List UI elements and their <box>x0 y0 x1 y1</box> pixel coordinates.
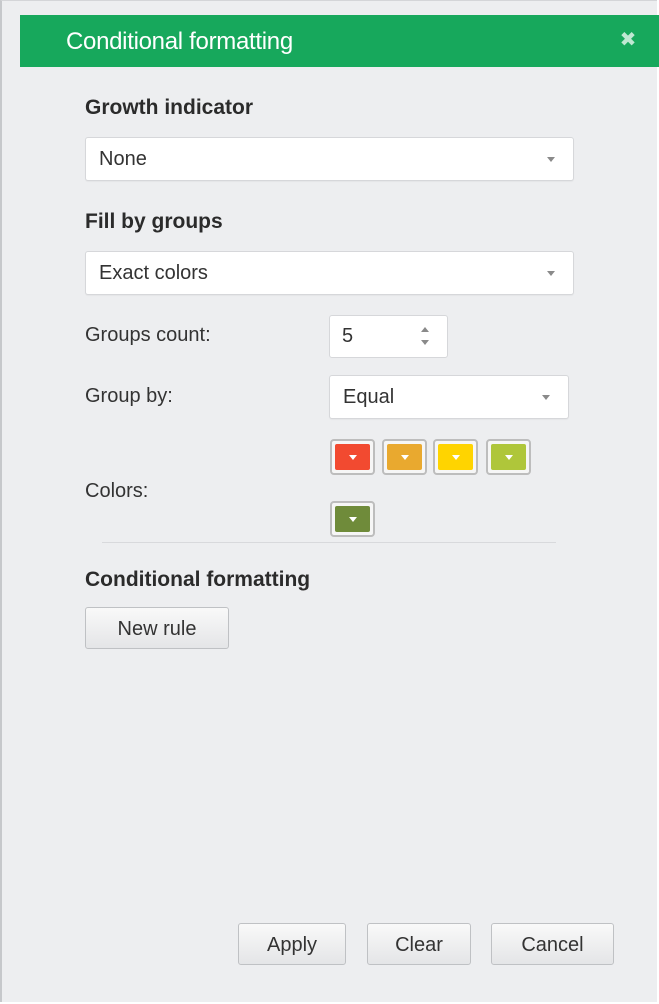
dialog-titlebar: Conditional formatting ✖ <box>20 15 659 67</box>
color-swatch-5[interactable] <box>330 501 375 537</box>
chevron-down-icon <box>547 157 555 162</box>
groups-count-value: 5 <box>342 325 354 347</box>
color-swatch-fill <box>335 506 370 532</box>
growth-indicator-heading: Growth indicator <box>85 96 253 119</box>
stepper-up-icon[interactable] <box>421 327 429 332</box>
growth-indicator-select[interactable]: None <box>85 137 574 181</box>
color-swatch-fill <box>438 444 473 470</box>
group-by-select[interactable]: Equal <box>329 375 569 419</box>
fill-by-groups-select[interactable]: Exact colors <box>85 251 574 295</box>
growth-indicator-value: None <box>99 148 147 170</box>
dialog-title: Conditional formatting <box>66 28 293 55</box>
groups-count-stepper[interactable]: 5 <box>329 315 448 358</box>
stepper-down-icon[interactable] <box>421 340 429 345</box>
chevron-down-icon <box>348 517 357 522</box>
conditional-formatting-heading: Conditional formatting <box>85 568 311 591</box>
chevron-down-icon <box>400 455 409 460</box>
chevron-down-icon <box>348 455 357 460</box>
section-divider <box>102 542 556 543</box>
chevron-down-icon <box>451 455 460 460</box>
fill-by-groups-heading: Fill by groups <box>85 210 223 233</box>
clear-button[interactable]: Clear <box>367 923 471 965</box>
apply-button[interactable]: Apply <box>238 923 346 965</box>
chevron-down-icon <box>504 455 513 460</box>
close-icon[interactable]: ✖ <box>616 27 640 53</box>
color-swatch-3[interactable] <box>433 439 478 475</box>
color-swatch-4[interactable] <box>486 439 531 475</box>
color-swatch-fill <box>335 444 370 470</box>
groups-count-label: Groups count: <box>85 324 211 346</box>
group-by-label: Group by: <box>85 385 173 407</box>
chevron-down-icon <box>542 395 550 400</box>
chevron-down-icon <box>547 271 555 276</box>
color-swatch-1[interactable] <box>330 439 375 475</box>
colors-label: Colors: <box>85 480 149 502</box>
fill-by-groups-value: Exact colors <box>99 262 208 284</box>
group-by-value: Equal <box>343 386 395 408</box>
color-swatch-fill <box>491 444 526 470</box>
conditional-formatting-dialog: Conditional formatting ✖ Growth indicato… <box>0 0 659 1002</box>
new-rule-button[interactable]: New rule <box>85 607 229 649</box>
cancel-button[interactable]: Cancel <box>491 923 614 965</box>
color-swatch-2[interactable] <box>382 439 427 475</box>
color-swatch-fill <box>387 444 422 470</box>
